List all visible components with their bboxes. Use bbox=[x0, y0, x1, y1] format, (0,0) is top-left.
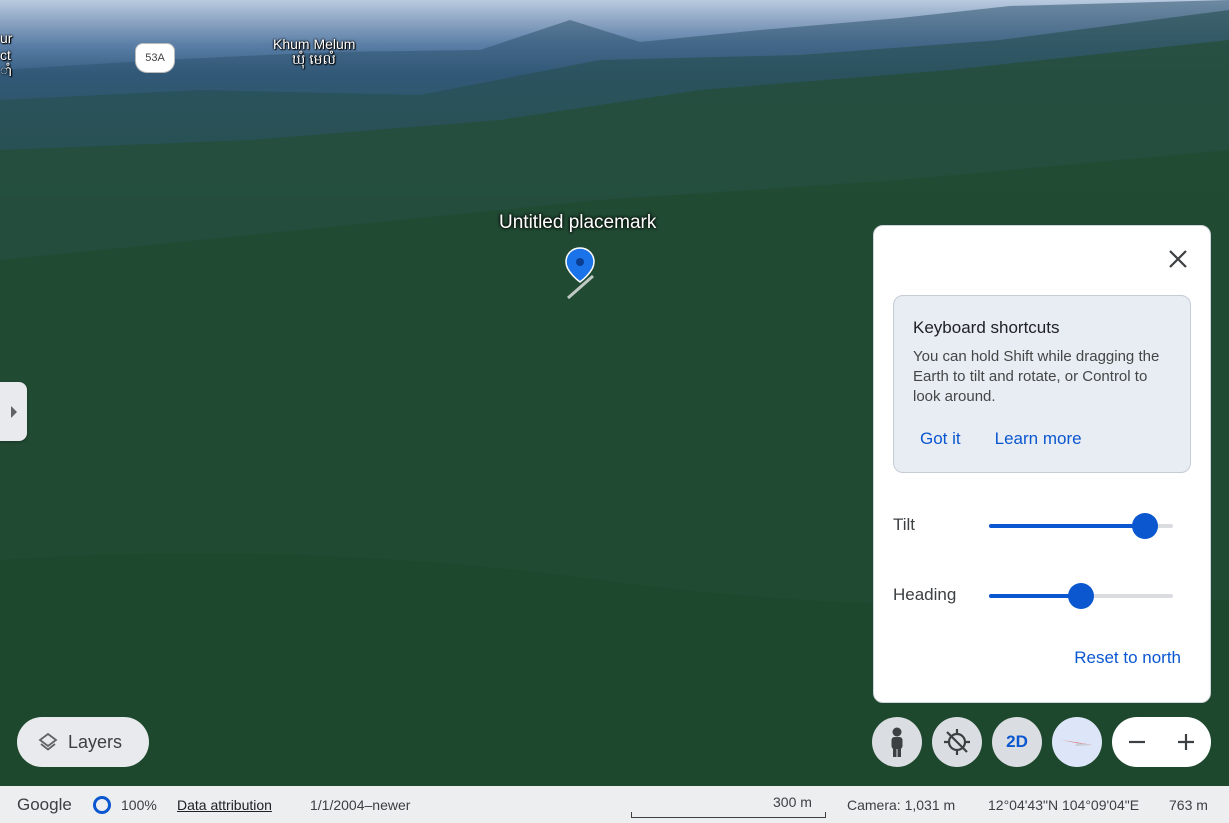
place-label-khmer: ឃុំ មេលំ bbox=[292, 51, 336, 67]
tilt-slider-fill bbox=[989, 524, 1146, 528]
heading-slider-thumb[interactable] bbox=[1068, 583, 1094, 609]
tip-title: Keyboard shortcuts bbox=[913, 318, 1060, 337]
heading-slider[interactable] bbox=[989, 583, 1173, 609]
map-label-partial: ur bbox=[0, 30, 13, 46]
map-label-partial: ាំ bbox=[0, 63, 13, 79]
cursor-elevation: 763 m bbox=[1169, 797, 1208, 813]
my-location-button[interactable] bbox=[932, 717, 982, 767]
scale-label: 300 m bbox=[773, 794, 812, 810]
zoom-in-icon[interactable] bbox=[1176, 732, 1196, 752]
tilt-slider[interactable] bbox=[989, 513, 1173, 539]
close-icon bbox=[1169, 250, 1187, 268]
tilt-slider-thumb[interactable] bbox=[1132, 513, 1159, 539]
street-view-button[interactable] bbox=[872, 717, 922, 767]
location-off-icon bbox=[944, 729, 970, 755]
route-shield: 53A bbox=[135, 43, 175, 73]
tilt-row: Tilt bbox=[893, 510, 1193, 540]
status-bar: Google 100% Data attribution 1/1/2004–ne… bbox=[0, 786, 1229, 823]
zoom-out-icon[interactable] bbox=[1127, 732, 1147, 752]
tip-body: You can hold Shift while dragging the Ea… bbox=[913, 348, 1160, 405]
google-logo: Google bbox=[17, 795, 72, 814]
layers-label: Layers bbox=[68, 731, 123, 752]
camera-altitude: Camera: 1,031 m bbox=[847, 797, 956, 813]
got-it-button[interactable]: Got it bbox=[920, 429, 961, 449]
chevron-right-icon bbox=[10, 405, 17, 418]
pegman-icon bbox=[891, 727, 903, 757]
toggle-2d-button[interactable]: 2D bbox=[992, 717, 1042, 767]
heading-label: Heading bbox=[893, 585, 957, 604]
imagery-date-range: 1/1/2004–newer bbox=[310, 797, 411, 813]
compass-button[interactable] bbox=[1052, 717, 1102, 767]
cursor-coordinates: 12°04'43"N 104°09'04"E bbox=[988, 797, 1140, 813]
data-attribution-link[interactable]: Data attribution bbox=[177, 797, 272, 813]
placemark-pin-icon[interactable] bbox=[565, 246, 595, 300]
map-label-partial: ct bbox=[0, 47, 11, 63]
heading-row: Heading bbox=[893, 580, 1193, 610]
scale-bar bbox=[631, 812, 826, 818]
tilt-label: Tilt bbox=[893, 515, 916, 534]
layers-button[interactable]: Layers bbox=[17, 717, 149, 767]
layers-icon bbox=[38, 732, 58, 751]
loading-progress-icon bbox=[93, 796, 111, 814]
compass-settings-panel: Keyboard shortcuts You can hold Shift wh… bbox=[873, 225, 1211, 703]
zoom-controls bbox=[1112, 717, 1211, 767]
place-label-latin: Khum Melum bbox=[273, 36, 356, 52]
reset-to-north-button[interactable]: Reset to north bbox=[1074, 648, 1181, 668]
keyboard-shortcuts-tip: Keyboard shortcuts You can hold Shift wh… bbox=[893, 295, 1191, 473]
close-panel-button[interactable] bbox=[1163, 244, 1193, 274]
placemark-label[interactable]: Untitled placemark bbox=[499, 212, 656, 234]
expand-sidebar-button[interactable] bbox=[0, 382, 27, 441]
learn-more-link[interactable]: Learn more bbox=[995, 429, 1082, 449]
compass-needle-icon bbox=[1061, 740, 1093, 746]
loading-progress-text: 100% bbox=[121, 797, 157, 813]
